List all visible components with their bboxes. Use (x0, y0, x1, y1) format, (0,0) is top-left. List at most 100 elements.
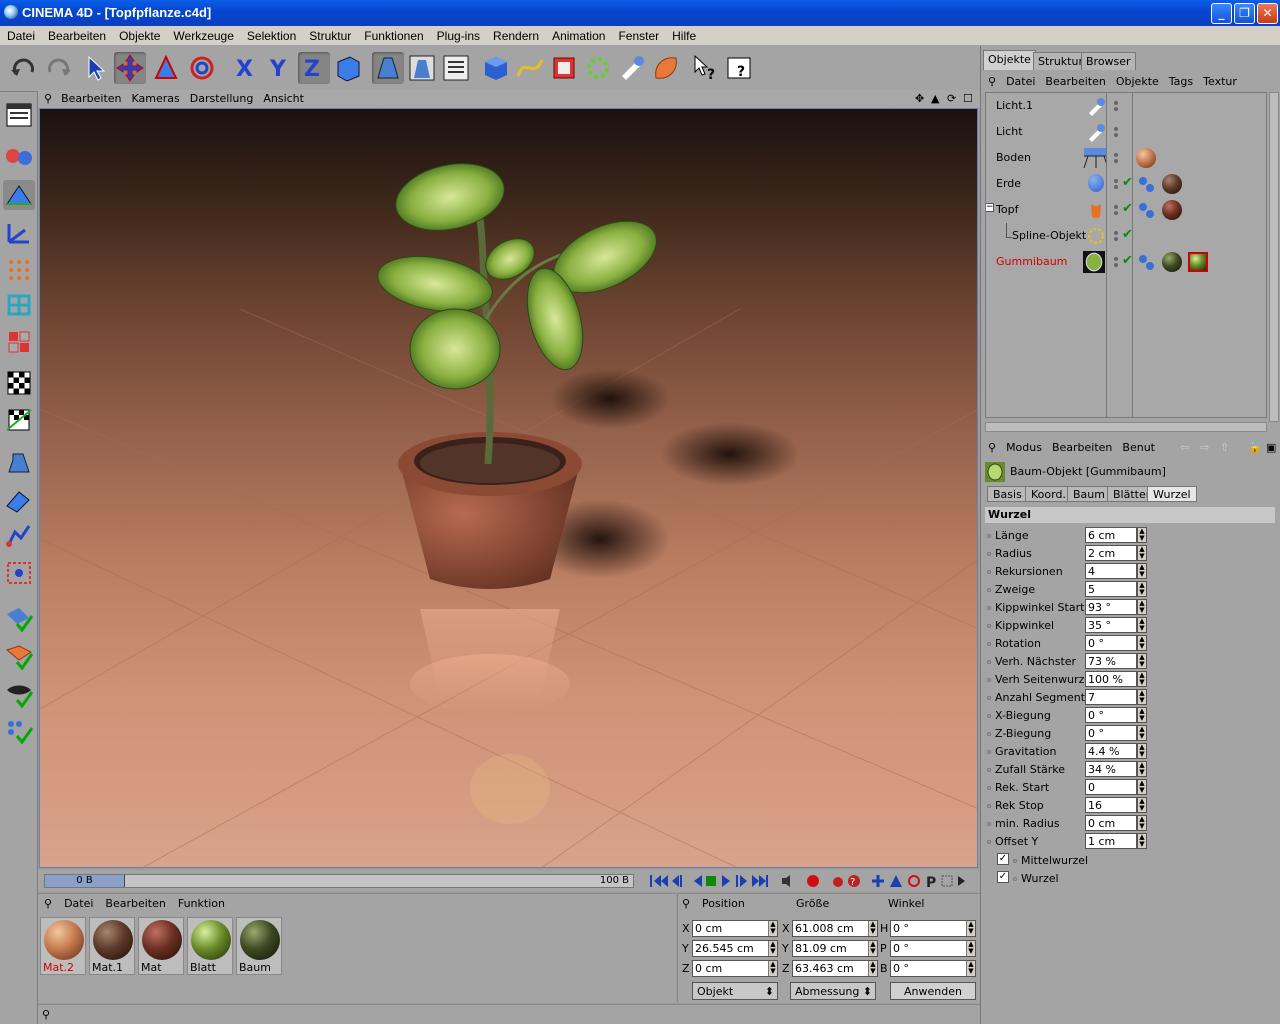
apply-button[interactable]: Anwenden (890, 982, 976, 1000)
spinner[interactable]: ▲ ▼ (1137, 815, 1147, 831)
spinner[interactable]: ▲ ▼ (868, 961, 877, 976)
object-menu-tags[interactable]: Tags (1164, 72, 1198, 91)
enabled-check-icon[interactable]: ✔ (1122, 227, 1133, 242)
object-menu-textur[interactable]: Textur (1198, 72, 1242, 91)
attr-menu-benut[interactable]: Benut (1117, 438, 1160, 457)
close-button[interactable]: ✕ (1257, 3, 1278, 24)
enabled-check-icon[interactable]: ✔ (1122, 201, 1133, 216)
viewport-menu-ansicht[interactable]: Ansicht (258, 90, 309, 107)
attr-tab-baum[interactable]: Baum (1067, 486, 1111, 502)
attr-value-field[interactable]: 93 ° (1085, 599, 1137, 615)
object-row-erde[interactable]: Erde ✔ (986, 171, 1266, 197)
menu-fenster[interactable]: Fenster (611, 26, 665, 43)
attr-value-field[interactable]: 4 (1085, 563, 1137, 579)
attr-value-field[interactable]: 100 % (1085, 671, 1137, 687)
enabled-check-icon[interactable]: ✔ (1122, 175, 1133, 190)
position-z-field[interactable]: 0 cm ▲ ▼ (692, 960, 778, 977)
back-arrow-icon[interactable]: ⇦ (1175, 438, 1194, 457)
hierarchy-check-icon[interactable] (3, 716, 35, 746)
attr-value-field[interactable]: 7 (1085, 689, 1137, 705)
material-tag-icon[interactable] (1162, 174, 1182, 194)
material-menu-bearbeiten[interactable]: Bearbeiten (99, 894, 171, 913)
spinner[interactable]: ▲ ▼ (768, 961, 777, 976)
attr-value-field[interactable]: 34 % (1085, 761, 1137, 777)
size-y-field[interactable]: 81.09 cm ▲ ▼ (792, 940, 878, 957)
spinner[interactable]: ▲ ▼ (1137, 671, 1147, 687)
attr-value-field[interactable]: 6 cm (1085, 527, 1137, 543)
model-mode-icon[interactable] (3, 180, 35, 210)
material-swatch[interactable]: Mat.2 (40, 917, 86, 975)
attr-value-field[interactable]: 2 cm (1085, 545, 1137, 561)
object-list-hscrollbar[interactable] (985, 422, 1267, 432)
axis-mode-icon[interactable] (3, 218, 35, 248)
points-mode-icon[interactable] (3, 254, 35, 284)
select-arrow-icon[interactable] (80, 52, 112, 84)
axis-y-icon[interactable]: Y (264, 52, 296, 84)
menu-werkzeuge[interactable]: Werkzeuge (166, 26, 239, 43)
menu-animation[interactable]: Animation (545, 26, 611, 43)
soft-selection-check-icon[interactable] (3, 680, 35, 710)
spinner[interactable]: ▲ ▼ (868, 921, 877, 936)
spinner[interactable]: ▲ ▼ (1137, 545, 1147, 561)
material-swatch[interactable]: Baum (236, 917, 282, 975)
attr-value-field[interactable]: 0 (1085, 779, 1137, 795)
render-view-icon[interactable] (372, 52, 404, 84)
menu-struktur[interactable]: Struktur (302, 26, 357, 43)
attr-value-field[interactable]: 35 ° (1085, 617, 1137, 633)
menu-datei[interactable]: Datei (0, 26, 41, 43)
spinner[interactable]: ▲ ▼ (1137, 599, 1147, 615)
spinner[interactable]: ▲ ▼ (1137, 761, 1147, 777)
spinner[interactable]: ▲ ▼ (1137, 707, 1147, 723)
object-list-vscrollbar[interactable] (1269, 92, 1279, 422)
attr-value-field[interactable]: 73 % (1085, 653, 1137, 669)
attr-menu-modus[interactable]: Modus (1001, 438, 1047, 457)
menu-plugins[interactable]: Plug-ins (430, 26, 486, 43)
menu-hilfe[interactable]: Hilfe (665, 26, 702, 43)
spinner[interactable]: ▲ ▼ (1137, 833, 1147, 849)
object-menu-bearbeiten[interactable]: Bearbeiten (1040, 72, 1110, 91)
spinner[interactable]: ▲ ▼ (1137, 581, 1147, 597)
spinner[interactable]: ▲ ▼ (966, 961, 975, 976)
attr-value-field[interactable]: 0 ° (1085, 707, 1137, 723)
redo-icon[interactable] (42, 52, 74, 84)
environment-icon[interactable] (650, 52, 682, 84)
attr-tab-koord[interactable]: Koord. (1025, 486, 1072, 502)
attr-value-field[interactable]: 0 ° (1085, 725, 1137, 741)
material-tag-icon[interactable] (1162, 252, 1182, 272)
attr-value-field[interactable]: 5 (1085, 581, 1137, 597)
object-row-licht[interactable]: Licht (986, 119, 1266, 145)
size-z-field[interactable]: 63.463 cm ▲ ▼ (792, 960, 878, 977)
material-tag-selected-icon[interactable] (1188, 252, 1208, 272)
attr-value-field[interactable]: 0 cm (1085, 815, 1137, 831)
light-icon[interactable] (616, 52, 648, 84)
attr-tab-basis[interactable]: Basis (987, 486, 1028, 502)
phong-tag-icon[interactable] (1138, 176, 1156, 194)
status-pin-icon[interactable]: ⚲ (42, 1008, 50, 1021)
new-window-icon[interactable]: ▣ (1261, 438, 1280, 457)
object-row-gummibaum[interactable]: Gummibaum ✔ (986, 249, 1266, 275)
material-swatch[interactable]: Mat (138, 917, 184, 975)
spinner[interactable]: ▲ ▼ (768, 921, 777, 936)
spinner[interactable]: ▲ ▼ (868, 941, 877, 956)
object-row-spline-objekt[interactable]: Spline-Objekt ✔ (986, 223, 1266, 249)
object-row-boden[interactable]: Boden (986, 145, 1266, 171)
viewport-menu-darstellung[interactable]: Darstellung (185, 90, 259, 107)
attr-tab-wurzel[interactable]: Wurzel (1147, 486, 1197, 502)
spinner[interactable]: ▲ ▼ (966, 941, 975, 956)
spinner[interactable]: ▲ ▼ (966, 921, 975, 936)
rotation-p-field[interactable]: 0 ° ▲ ▼ (890, 940, 976, 957)
tab-browser[interactable]: Browser (1081, 52, 1136, 70)
material-tag-icon[interactable] (1162, 200, 1182, 220)
maximize-button[interactable]: ❐ (1234, 3, 1255, 24)
up-arrow-icon[interactable]: ⇧ (1215, 438, 1234, 457)
tab-objekte[interactable]: Objekte (983, 50, 1036, 70)
rotation-b-field[interactable]: 0 ° ▲ ▼ (890, 960, 976, 977)
viewport-pin-icon[interactable]: ⚲ (38, 91, 56, 105)
cube-icon[interactable] (480, 52, 512, 84)
texture-mode-icon[interactable] (3, 368, 35, 398)
texture-axis-icon[interactable] (3, 404, 35, 434)
material-tag-icon[interactable] (1136, 148, 1156, 168)
layout-icon[interactable] (3, 100, 35, 130)
scale-icon[interactable] (150, 52, 182, 84)
undo-icon[interactable] (8, 52, 40, 84)
